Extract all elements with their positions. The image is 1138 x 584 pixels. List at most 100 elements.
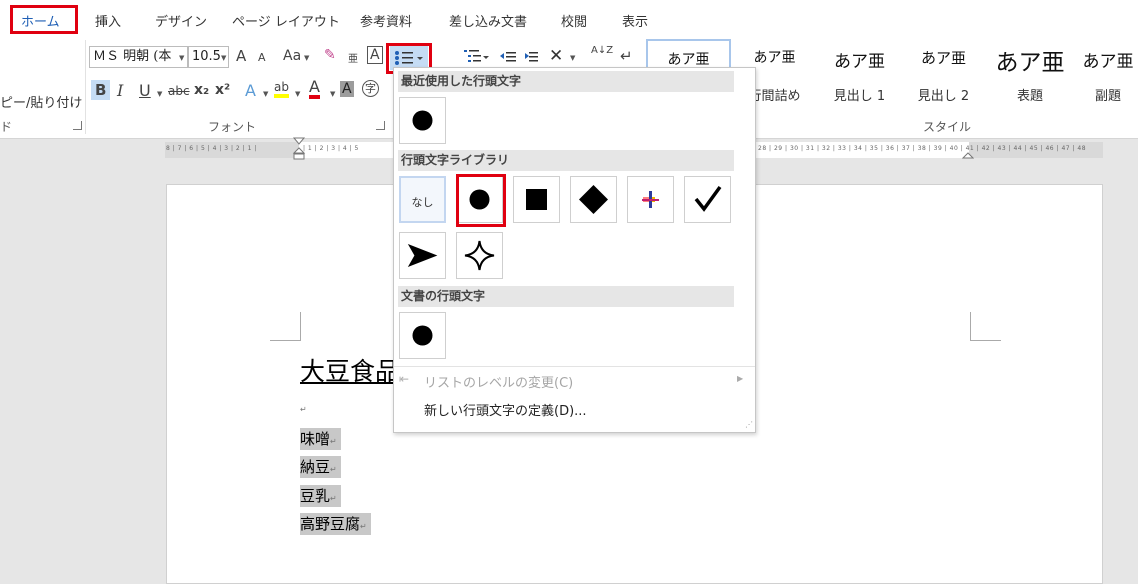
menu-separator <box>394 366 755 367</box>
chevron-down-icon[interactable]: ▼ <box>570 54 575 62</box>
list-item[interactable]: 豆乳↵ <box>300 485 341 507</box>
define-new-bullet-item[interactable]: 新しい行頭文字の定義(D)... <box>424 400 587 419</box>
style-heading-1[interactable]: あア亜 見出し 1 <box>817 39 902 105</box>
asian-layout-icon[interactable]: ✕ <box>549 46 563 66</box>
font-dialog-launcher[interactable] <box>376 121 385 130</box>
bullet-option-filled-diamond[interactable] <box>570 176 617 223</box>
checkmark-icon <box>694 185 722 212</box>
bullet-list-icon[interactable] <box>394 50 424 66</box>
indent-marker-icon[interactable] <box>292 137 306 164</box>
list-item-text: 高野豆腐 <box>300 515 361 533</box>
phonetic-guide-icon[interactable]: 亜 <box>348 50 358 65</box>
document-bullets-header: 文書の行頭文字 <box>398 286 734 307</box>
clipboard-dialog-launcher[interactable] <box>73 121 82 130</box>
change-level-icon: ⇤ <box>399 372 410 386</box>
character-shading-button[interactable]: A <box>340 81 354 97</box>
filled-square-icon <box>526 189 547 210</box>
style-preview: あア亜 <box>667 52 710 68</box>
style-name: 表題 <box>1016 89 1043 104</box>
four-point-star-icon <box>464 240 495 271</box>
filled-circle-icon <box>412 110 433 131</box>
enclose-characters-button[interactable]: 字 <box>362 80 379 97</box>
chevron-right-icon: ▶ <box>737 374 744 383</box>
chevron-down-icon[interactable]: ▼ <box>221 54 226 62</box>
none-icon: なし <box>411 196 434 209</box>
chevron-down-icon[interactable]: ▼ <box>295 90 300 98</box>
indent-icons[interactable] <box>499 50 539 64</box>
chevron-down-icon[interactable]: ▼ <box>157 90 162 98</box>
highlight-box-home-tab <box>10 5 78 34</box>
document-title[interactable]: 大豆食品 <box>300 352 400 388</box>
style-name: 見出し 1 <box>833 89 886 104</box>
paragraph-mark: ↵ <box>330 437 337 446</box>
highlight-box-filled-circle <box>456 174 506 227</box>
bullet-option-four-point-star[interactable] <box>456 232 503 279</box>
underline-button[interactable]: U <box>139 81 151 100</box>
font-name-value: ＭＳ 明朝 (本 <box>93 49 172 64</box>
paragraph-mark: ↵ <box>360 522 367 531</box>
crop-mark-right <box>970 312 1001 341</box>
tab-page-layout[interactable]: ページ レイアウト <box>232 11 340 30</box>
document-bullet-filled-circle[interactable] <box>399 312 446 359</box>
arrowhead-icon <box>407 244 438 267</box>
bullet-option-checkmark[interactable] <box>684 176 731 223</box>
list-item-text: 豆乳 <box>300 487 331 505</box>
bold-button[interactable]: B <box>91 80 111 100</box>
grow-font-icon[interactable]: A <box>236 47 246 65</box>
highlight-color-button[interactable]: ab <box>274 81 289 98</box>
tab-design[interactable]: デザイン <box>155 11 207 30</box>
resize-grip-icon[interactable]: ⋰ <box>745 420 753 429</box>
style-preview: あア亜 <box>995 50 1065 76</box>
crop-mark-left <box>270 312 301 341</box>
paragraph-mark: ↵ <box>330 494 337 503</box>
filled-diamond-icon <box>579 185 608 214</box>
chevron-down-icon[interactable]: ▼ <box>263 90 268 98</box>
tab-references[interactable]: 参考資料 <box>360 11 412 30</box>
styles-group-label: スタイル <box>923 120 972 134</box>
recent-bullets-header: 最近使用した行頭文字 <box>398 71 734 92</box>
bullet-library-dropdown: 最近使用した行頭文字 行頭文字ライブラリ なし 文書の行頭文字 ⇤ リストのレベ… <box>393 67 756 433</box>
chevron-down-icon[interactable]: ▼ <box>304 54 309 62</box>
shrink-font-icon[interactable]: A <box>258 51 266 64</box>
chevron-down-icon[interactable]: ▼ <box>330 90 335 98</box>
ruler-mid-numbers: | 1 | 2 | 3 | 4 | 5 <box>303 145 359 152</box>
tab-mailings[interactable]: 差し込み文書 <box>449 11 527 30</box>
change-list-level-item: リストのレベルの変更(C) <box>424 376 574 391</box>
list-item[interactable]: 納豆↵ <box>300 456 341 478</box>
recent-bullet-filled-circle[interactable] <box>399 97 446 144</box>
right-indent-marker-icon[interactable] <box>962 151 974 159</box>
style-subtitle[interactable]: あア亜 副題 <box>1074 39 1138 105</box>
style-preview: あア亜 <box>920 49 966 67</box>
group-divider <box>85 40 86 134</box>
font-name-combo[interactable]: ＭＳ 明朝 (本 <box>89 46 188 68</box>
bullet-none-option[interactable]: なし <box>399 176 446 223</box>
bullet-option-arrowhead[interactable] <box>399 232 446 279</box>
ruler-right-numbers: 28 | 29 | 30 | 31 | 32 | 33 | 34 | 35 | … <box>758 145 1087 152</box>
strikethrough-button[interactable]: abc <box>168 84 190 98</box>
show-paragraph-marks-icon[interactable]: ↵ <box>620 47 633 65</box>
bullet-option-filled-square[interactable] <box>513 176 560 223</box>
subscript-button[interactable]: x₂ <box>194 82 209 98</box>
bullet-library-header: 行頭文字ライブラリ <box>398 150 734 171</box>
tab-view[interactable]: 表示 <box>622 11 648 30</box>
tab-review[interactable]: 校閲 <box>561 11 587 30</box>
sort-icon[interactable]: A↓Z <box>591 46 613 56</box>
list-item[interactable]: 高野豆腐↵ <box>300 513 371 535</box>
style-heading-2[interactable]: あア亜 見出し 2 <box>901 39 986 105</box>
superscript-button[interactable]: x² <box>215 82 230 98</box>
multilevel-list-icon[interactable] <box>464 48 490 64</box>
filled-circle-icon <box>412 325 433 346</box>
tab-insert[interactable]: 挿入 <box>95 11 121 30</box>
clear-format-icon[interactable]: ✎ <box>324 47 336 63</box>
style-preview: あア亜 <box>753 50 796 66</box>
text-effects-button[interactable]: A <box>245 81 256 100</box>
paste-button[interactable]: ピー/貼り付け <box>0 92 82 111</box>
italic-button[interactable]: I <box>117 81 123 100</box>
style-title[interactable]: あア亜 表題 <box>986 39 1074 105</box>
list-item[interactable]: 味噌↵ <box>300 428 341 450</box>
bullet-option-colored-plus[interactable] <box>627 176 674 223</box>
chevron-down-icon[interactable]: ▼ <box>179 54 184 62</box>
font-color-button[interactable]: A <box>309 79 320 99</box>
character-border-icon[interactable]: A <box>367 46 383 64</box>
change-case-icon[interactable]: Aa <box>283 48 301 64</box>
